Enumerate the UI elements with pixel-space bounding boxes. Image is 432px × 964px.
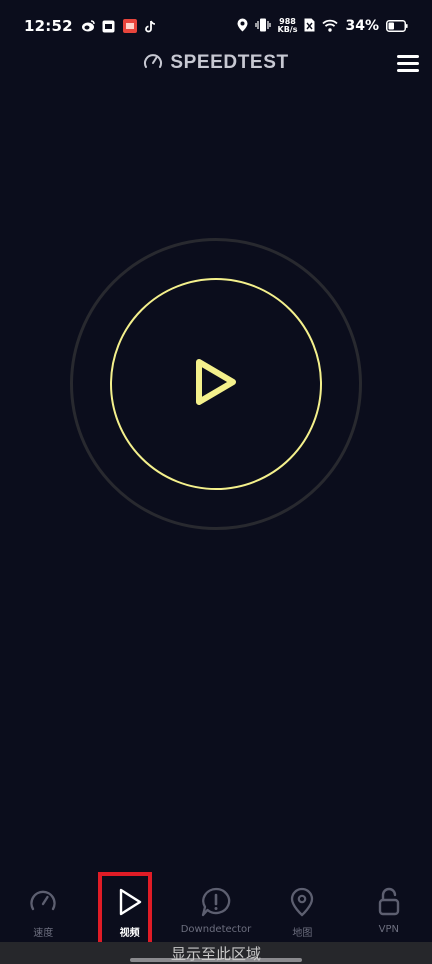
weibo-icon — [81, 19, 95, 33]
app-title: SPEEDTEST — [170, 52, 289, 73]
bottom-hint-bar: 显示至此区域 — [0, 942, 432, 964]
battery-icon — [386, 17, 408, 36]
nav-item-downdetector[interactable]: Downdetector — [173, 872, 259, 942]
net-speed-unit: KB/s — [277, 25, 298, 34]
red-app-icon — [122, 19, 137, 33]
tiktok-icon — [144, 19, 158, 33]
nav-label-map: 地图 — [292, 928, 313, 939]
battery-percent: 34% — [345, 18, 379, 34]
status-time: 12:52 — [24, 17, 73, 35]
unlock-icon — [373, 886, 405, 918]
hamburger-icon-line — [397, 68, 419, 72]
alert-bubble-icon — [200, 886, 232, 918]
brand: SPEEDTEST — [143, 52, 288, 74]
nav-label-vpn: VPN — [378, 924, 399, 935]
bottom-hint-text: 显示至此区域 — [170, 944, 261, 963]
hamburger-icon-line — [397, 61, 419, 65]
sim-icon — [304, 17, 315, 36]
nav-item-video[interactable]: 视频 — [86, 872, 172, 942]
system-icons: 988 KB/s 34% — [237, 17, 409, 36]
nav-item-vpn[interactable]: VPN — [346, 872, 432, 942]
app-header: SPEEDTEST — [0, 45, 432, 81]
wifi-icon — [322, 17, 339, 36]
speedometer-icon — [27, 886, 59, 918]
nav-label-downdetector: Downdetector — [180, 924, 252, 935]
vibrate-icon — [254, 17, 271, 36]
map-pin-icon — [286, 886, 318, 918]
video-test-area — [70, 238, 362, 530]
location-icon — [237, 17, 248, 36]
nav-label-video: 视频 — [119, 928, 140, 939]
network-speed: 988 KB/s — [278, 18, 298, 34]
store-icon — [102, 19, 116, 33]
play-icon — [191, 356, 241, 412]
notification-icons — [81, 19, 158, 33]
nav-item-map[interactable]: 地图 — [259, 872, 345, 942]
bottom-nav: 速度 视频 Downdetector 地图 VPN — [0, 872, 432, 942]
play-icon — [114, 886, 146, 918]
nav-item-speed[interactable]: 速度 — [0, 872, 86, 942]
speedometer-logo-icon — [143, 52, 163, 74]
hamburger-icon-line — [397, 54, 419, 58]
start-video-test-button[interactable] — [110, 278, 322, 490]
nav-label-speed: 速度 — [33, 928, 54, 939]
speedtest-video-screen: 12:52 988 KB/s 34% SPEEDTEST 速度 视频 Downd… — [0, 0, 432, 964]
menu-button[interactable] — [394, 49, 422, 77]
